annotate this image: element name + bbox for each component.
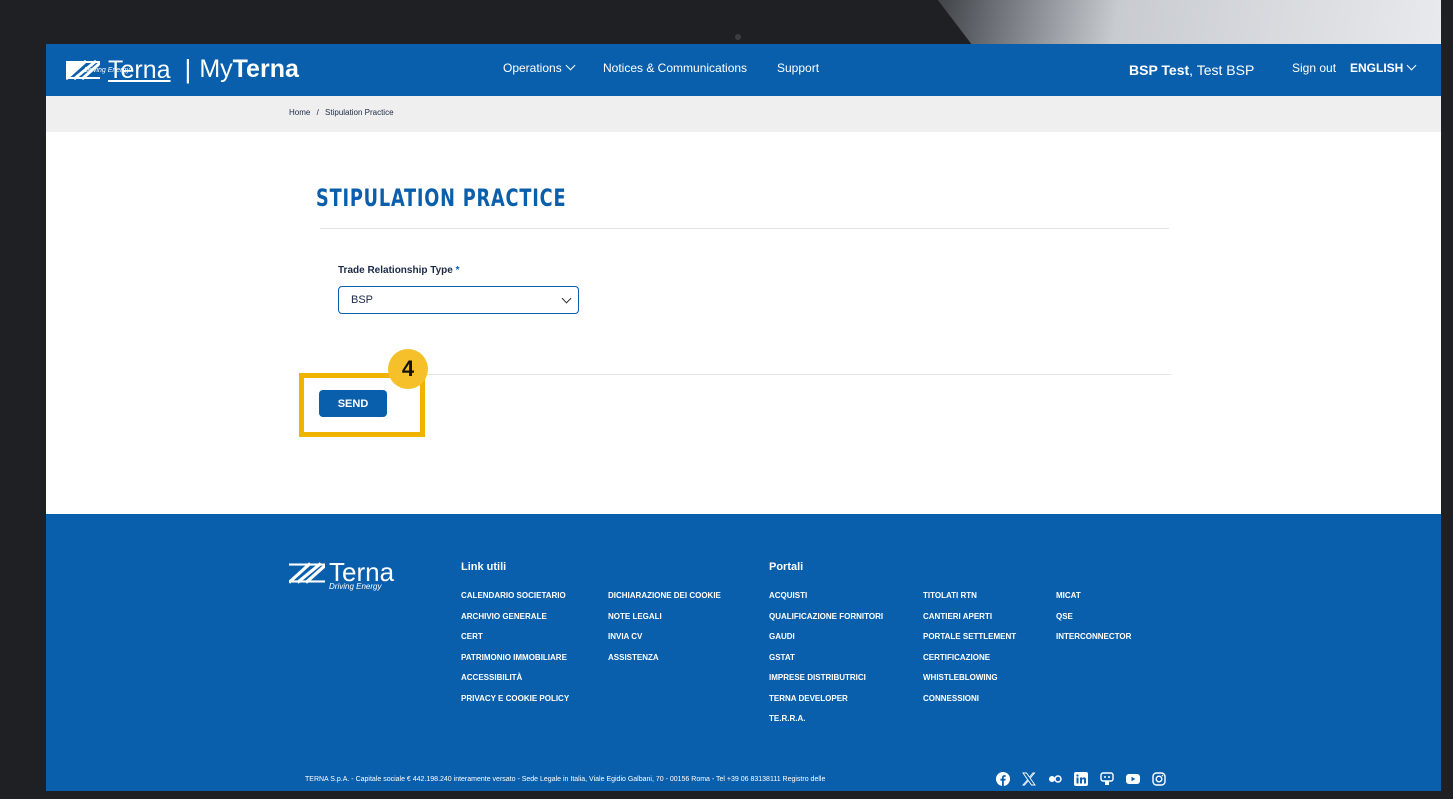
- device-bezel-right: [1441, 0, 1453, 799]
- link-utili-heading: Link utili: [461, 561, 507, 573]
- breadcrumb-bar: Home / Stipulation Practice: [46, 96, 1441, 132]
- footer-link[interactable]: CERTIFICAZIONE: [923, 653, 1016, 674]
- device-reflection: [937, 0, 1453, 44]
- footer-link[interactable]: QSE: [1056, 612, 1131, 633]
- field-label-text: Trade Relationship Type: [338, 265, 453, 276]
- portali-heading: Portali: [769, 561, 804, 573]
- footer-link[interactable]: QUALIFICAZIONE FORNITORI: [769, 612, 883, 633]
- portali-col1: ACQUISTI QUALIFICAZIONE FORNITORI GAUDI …: [769, 591, 883, 735]
- footer-link[interactable]: TE.R.R.A.: [769, 714, 883, 735]
- footer-link[interactable]: INVIA CV: [608, 632, 721, 653]
- portal-prefix: My: [199, 55, 233, 83]
- nav-support[interactable]: Support: [777, 61, 819, 75]
- footer: Terna Driving Energy Link utili CALENDAR…: [46, 514, 1441, 791]
- instagram-icon[interactable]: [1152, 772, 1166, 786]
- breadcrumb-home[interactable]: Home: [289, 108, 310, 117]
- footer-link[interactable]: CANTIERI APERTI: [923, 612, 1016, 633]
- footer-link[interactable]: PATRIMONIO IMMOBILIARE: [461, 653, 569, 674]
- link-utili-col1: CALENDARIO SOCIETARIO ARCHIVIO GENERALE …: [461, 591, 569, 714]
- footer-link[interactable]: TITOLATI RTN: [923, 591, 1016, 612]
- sign-out-link[interactable]: Sign out: [1292, 61, 1336, 75]
- footer-link[interactable]: GSTAT: [769, 653, 883, 674]
- breadcrumb-current: Stipulation Practice: [325, 108, 394, 117]
- device-camera: [735, 34, 741, 40]
- footer-link[interactable]: PRIVACY E COOKIE POLICY: [461, 694, 569, 715]
- device-bezel-left: [0, 0, 46, 799]
- portal-name-bold: Terna: [232, 55, 299, 83]
- user-name: BSP Test: [1129, 62, 1190, 78]
- footer-link[interactable]: ACQUISTI: [769, 591, 883, 612]
- chevron-down-icon: [1406, 60, 1417, 71]
- flickr-icon[interactable]: [1048, 772, 1062, 786]
- footer-link[interactable]: IMPRESE DISTRIBUTRICI: [769, 673, 883, 694]
- chevron-down-icon: [565, 60, 576, 71]
- x-icon[interactable]: [1022, 772, 1036, 786]
- portali-col2: TITOLATI RTN CANTIERI APERTI PORTALE SET…: [923, 591, 1016, 714]
- facebook-icon[interactable]: [996, 772, 1010, 786]
- footer-link[interactable]: CONNESSIONI: [923, 694, 1016, 715]
- legal-text: TERNA S.p.A. - Capitale sociale € 442.19…: [305, 776, 826, 783]
- user-sub: , Test BSP: [1189, 62, 1255, 78]
- footer-brand-tagline: Driving Energy: [329, 582, 382, 591]
- footer-link[interactable]: NOTE LEGALI: [608, 612, 721, 633]
- footer-link[interactable]: ARCHIVIO GENERALE: [461, 612, 569, 633]
- device-bezel-bottom: [0, 791, 1453, 799]
- footer-link[interactable]: DICHIARAZIONE DEI COOKIE: [608, 591, 721, 612]
- portal-name: MyTerna: [199, 55, 299, 84]
- nav-notices[interactable]: Notices & Communications: [603, 61, 747, 75]
- footer-link[interactable]: CALENDARIO SOCIETARIO: [461, 591, 569, 612]
- user-info[interactable]: BSP Test, Test BSP: [1129, 62, 1254, 78]
- brand-tagline: Driving Energy: [84, 67, 130, 74]
- social-links: [996, 772, 1166, 786]
- trade-relationship-label: Trade Relationship Type *: [338, 265, 460, 276]
- footer-link[interactable]: PORTALE SETTLEMENT: [923, 632, 1016, 653]
- footer-link[interactable]: MICAT: [1056, 591, 1131, 612]
- footer-link[interactable]: ASSISTENZA: [608, 653, 721, 674]
- trade-relationship-select[interactable]: BSP: [338, 286, 579, 314]
- terna-logo-icon: [289, 562, 325, 584]
- footer-link[interactable]: ACCESSIBILITÀ: [461, 673, 569, 694]
- footer-brand-name: Terna: [329, 557, 395, 587]
- footer-link[interactable]: INTERCONNECTOR: [1056, 632, 1131, 653]
- required-mark: *: [455, 265, 460, 276]
- footer-link[interactable]: TERNA DEVELOPER: [769, 694, 883, 715]
- nav-support-label: Support: [777, 61, 820, 75]
- breadcrumb: Home / Stipulation Practice: [289, 108, 398, 117]
- footer-link[interactable]: GAUDI: [769, 632, 883, 653]
- brand-separator: |: [184, 54, 192, 84]
- portali-col3: MICAT QSE INTERCONNECTOR: [1056, 591, 1131, 653]
- podcast-icon[interactable]: [1100, 772, 1114, 786]
- step-badge: 4: [388, 349, 428, 389]
- top-navigation: Terna | MyTerna Driving Energy Operation…: [46, 44, 1441, 96]
- link-utili-col2: DICHIARAZIONE DEI COOKIE NOTE LEGALI INV…: [608, 591, 721, 673]
- linkedin-icon[interactable]: [1074, 772, 1088, 786]
- select-value: BSP: [351, 294, 374, 306]
- divider: [426, 374, 1171, 375]
- divider: [320, 228, 1169, 229]
- page-title: STIPULATION PRACTICE: [316, 184, 567, 212]
- nav-operations[interactable]: Operations: [503, 60, 576, 75]
- breadcrumb-separator: /: [316, 108, 319, 117]
- footer-link[interactable]: WHISTLEBLOWING: [923, 673, 1016, 694]
- nav-notices-label: Notices & Communications: [603, 61, 748, 75]
- language-selector[interactable]: ENGLISH: [1350, 60, 1417, 75]
- chevron-down-icon: [561, 293, 572, 304]
- language-label: ENGLISH: [1350, 61, 1404, 75]
- footer-logo[interactable]: Terna Driving Energy: [289, 557, 395, 591]
- nav-operations-label: Operations: [503, 61, 562, 75]
- youtube-icon[interactable]: [1126, 772, 1140, 786]
- screen: Terna | MyTerna Driving Energy Operation…: [46, 44, 1441, 791]
- footer-link[interactable]: CERT: [461, 632, 569, 653]
